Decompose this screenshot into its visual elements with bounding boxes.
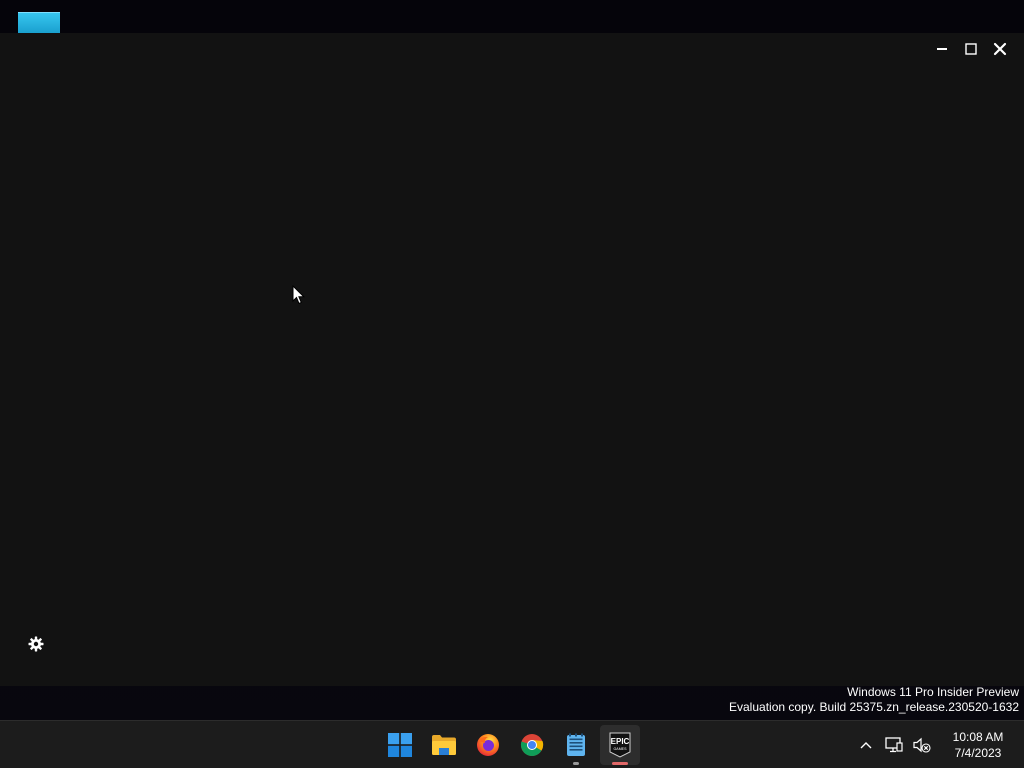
desktop-app-icon[interactable]: [18, 12, 60, 33]
minimize-icon: [936, 48, 947, 50]
close-button[interactable]: [985, 33, 1014, 65]
windows-start-icon: [388, 732, 412, 757]
desktop-screen: Windows 11 Pro Insider Preview Evaluatio…: [0, 0, 1024, 768]
taskbar: EPIC GAMES 10:08 AM 7/4/2023: [0, 720, 1024, 768]
mouse-cursor-icon: [292, 285, 306, 305]
watermark-edition: Windows 11 Pro Insider Preview: [847, 685, 1019, 699]
chrome-icon: [520, 733, 544, 756]
clock-time: 10:08 AM: [952, 729, 1004, 744]
windows-watermark: Windows 11 Pro Insider Preview Evaluatio…: [729, 685, 1019, 715]
firefox-icon: [477, 733, 499, 756]
maximize-button[interactable]: [956, 33, 985, 65]
watermark-build: Evaluation copy. Build 25375.zn_release.…: [729, 700, 1019, 714]
volume-muted-icon: [913, 737, 931, 753]
notepad-icon: [567, 733, 585, 756]
volume-button[interactable]: [908, 725, 936, 765]
system-tray: 10:08 AM 7/4/2023: [852, 721, 1024, 768]
maximize-icon: [964, 43, 977, 55]
close-icon: [993, 42, 1006, 56]
epic-games-launcher-button[interactable]: EPIC GAMES: [600, 724, 640, 765]
show-hidden-icons-button[interactable]: [852, 725, 880, 765]
clock-button[interactable]: 10:08 AM 7/4/2023: [944, 725, 1012, 765]
epic-games-launcher-window: [0, 33, 1024, 686]
minimize-button[interactable]: [927, 33, 956, 65]
chevron-up-icon: [860, 741, 872, 748]
taskbar-apps: EPIC GAMES: [380, 721, 642, 768]
network-button[interactable]: [880, 725, 908, 765]
folder-icon: [432, 734, 456, 755]
running-indicator: [573, 761, 579, 765]
epic-logo-subtext: GAMES: [614, 747, 628, 751]
clock-date: 7/4/2023: [954, 745, 1002, 760]
epic-logo-text: EPIC: [611, 737, 630, 746]
settings-button[interactable]: [26, 634, 46, 654]
gear-icon: [28, 636, 44, 652]
start-button[interactable]: [380, 725, 420, 765]
network-icon: [885, 736, 903, 752]
chrome-button[interactable]: [512, 725, 552, 765]
notepad-button[interactable]: [556, 725, 596, 765]
focused-indicator: [612, 761, 628, 765]
firefox-button[interactable]: [468, 725, 508, 765]
file-explorer-button[interactable]: [424, 725, 464, 765]
epic-games-icon: EPIC GAMES: [609, 732, 631, 758]
window-controls: [927, 33, 1024, 65]
